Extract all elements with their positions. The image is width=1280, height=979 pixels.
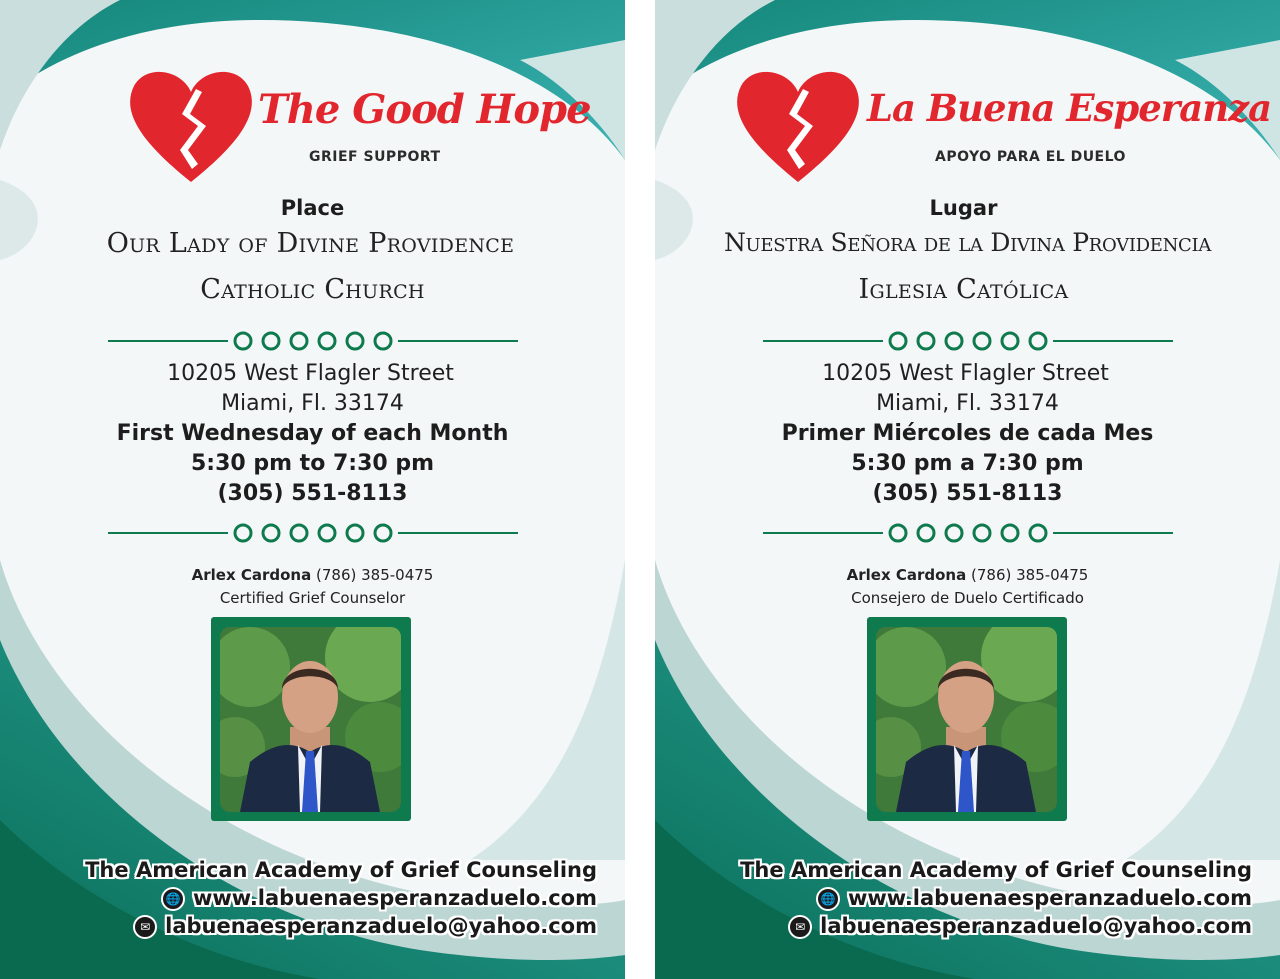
address-street: 10205 West Flagler Street [822, 361, 1109, 386]
counselor-photo-frame [867, 617, 1067, 821]
place-name-line2: Catholic Church [200, 274, 425, 305]
counselor-title: Consejero de Duelo Certificado [851, 589, 1084, 607]
meeting-schedule: Primer Miércoles de cada Mes [781, 421, 1154, 446]
counselor-contact: Arlex Cardona (786) 385-0475 [655, 566, 1280, 584]
place-label: Lugar [929, 196, 998, 220]
broken-heart-icon [737, 71, 859, 182]
envelope-icon: ✉ [788, 915, 813, 939]
meeting-time: 5:30 pm a 7:30 pm [851, 451, 1084, 476]
address-city: Miami, Fl. 33174 [876, 391, 1059, 416]
email-line: ✉ labuenaesperanzaduelo@yahoo.com [788, 914, 1252, 939]
email-link[interactable]: labuenaesperanzaduelo@yahoo.com [165, 914, 597, 938]
place-label: Place [280, 196, 345, 220]
place-name-line1: Our Lady of Divine Providence [106, 228, 515, 259]
website-line: 🌐 www.labuenaesperanzaduelo.com [160, 886, 597, 911]
counselor-contact: Arlex Cardona (786) 385-0475 [0, 566, 625, 584]
address-street: 10205 West Flagler Street [167, 361, 454, 386]
place-name-line1: Nuestra Señora de la Divina Providencia [723, 228, 1212, 257]
academy-name: The American Academy of Grief Counseling [740, 858, 1252, 882]
counselor-phone: (786) 385-0475 [971, 566, 1089, 584]
globe-icon: 🌐 [815, 887, 840, 911]
counselor-photo-frame [211, 617, 411, 821]
flyer-card-spanish: La Buena Esperanza APOYO PARA EL DUELO L… [655, 0, 1280, 979]
website-line: 🌐 www.labuenaesperanzaduelo.com [815, 886, 1252, 911]
academy-name: The American Academy of Grief Counseling [85, 858, 597, 882]
counselor-name: Arlex Cardona [846, 566, 967, 584]
contact-phone: (305) 551-8113 [217, 481, 408, 506]
place-name-line2: Iglesia Católica [858, 274, 1069, 305]
flyer-card-english: The Good Hope GRIEF SUPPORT Place Our La… [0, 0, 625, 979]
brand-name: La Buena Esperanza [867, 86, 1272, 130]
counselor-name: Arlex Cardona [191, 566, 312, 584]
ornamental-divider-icon [763, 523, 1173, 543]
ornamental-divider-icon [108, 523, 518, 543]
broken-heart-icon [130, 71, 252, 182]
website-link[interactable]: www.labuenaesperanzaduelo.com [193, 886, 597, 910]
email-line: ✉ labuenaesperanzaduelo@yahoo.com [133, 914, 597, 939]
envelope-icon: ✉ [133, 915, 158, 939]
counselor-photo [876, 627, 1057, 812]
brand-subtitle: APOYO PARA EL DUELO [935, 149, 1126, 165]
address-city: Miami, Fl. 33174 [221, 391, 404, 416]
email-link[interactable]: labuenaesperanzaduelo@yahoo.com [820, 914, 1252, 938]
contact-phone: (305) 551-8113 [872, 481, 1063, 506]
brand-name: The Good Hope [258, 86, 592, 133]
website-link[interactable]: www.labuenaesperanzaduelo.com [848, 886, 1252, 910]
counselor-photo [220, 627, 401, 812]
counselor-phone: (786) 385-0475 [316, 566, 434, 584]
globe-icon: 🌐 [160, 887, 185, 911]
ornamental-divider-icon [108, 331, 518, 351]
brand-subtitle: GRIEF SUPPORT [309, 149, 441, 165]
meeting-time: 5:30 pm to 7:30 pm [190, 451, 435, 476]
meeting-schedule: First Wednesday of each Month [116, 421, 509, 446]
ornamental-divider-icon [763, 331, 1173, 351]
counselor-title: Certified Grief Counselor [219, 589, 406, 607]
